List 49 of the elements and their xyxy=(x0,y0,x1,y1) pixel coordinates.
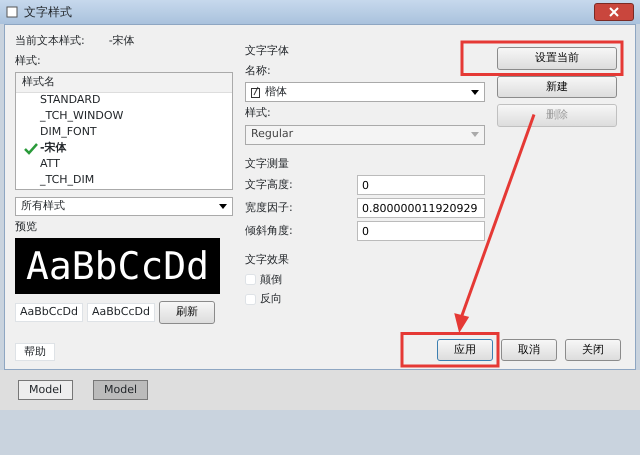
style-item[interactable]: -宋体 xyxy=(16,140,232,156)
dialog-button[interactable]: 取消 xyxy=(501,338,557,361)
column-header: 样式名 xyxy=(16,73,232,92)
font-icon xyxy=(251,86,261,98)
section-heading: 文字测量 xyxy=(245,156,290,172)
check-icon xyxy=(24,142,38,154)
effect-option[interactable]: 颠倒 xyxy=(245,272,485,288)
side-button[interactable]: 设置当前 xyxy=(497,47,617,70)
window-icon xyxy=(6,6,18,18)
font-name-dropdown[interactable]: 楷体 xyxy=(245,82,485,102)
dropdown-arrow-icon xyxy=(471,132,479,137)
font-name-label: 名称: xyxy=(245,62,272,78)
styles-label: 样式: xyxy=(15,52,42,68)
window-title: 文字样式 xyxy=(24,4,72,21)
model-tab[interactable]: Model xyxy=(18,380,74,400)
style-item[interactable]: DIM_FONT xyxy=(16,124,232,140)
font-style-label: 样式: xyxy=(245,105,272,121)
input-field[interactable]: 0 xyxy=(357,221,485,241)
small-preview: AaBbCcDd xyxy=(15,303,83,322)
style-item[interactable]: _TCH_WINDOW xyxy=(16,108,232,124)
checkbox[interactable] xyxy=(245,294,256,305)
style-item[interactable]: ATT xyxy=(16,156,232,172)
close-icon xyxy=(609,7,619,17)
dialog-button[interactable]: 关闭 xyxy=(565,338,621,361)
input-field[interactable]: 0 xyxy=(357,175,485,195)
checkbox[interactable] xyxy=(245,274,256,286)
preview-label: 预览 xyxy=(15,218,38,234)
input-field[interactable]: 0.800000011920929 xyxy=(357,198,485,218)
section-heading: 文字字体 xyxy=(245,43,290,59)
current-style-value: -宋体 xyxy=(108,33,135,49)
side-button[interactable]: 新建 xyxy=(497,76,617,98)
field-label: 文字高度: xyxy=(245,176,293,193)
help-label: 帮助 xyxy=(15,342,55,361)
refresh-button[interactable]: 刷新 xyxy=(158,301,215,324)
section-heading: 文字效果 xyxy=(245,252,290,268)
current-style-label: 当前文本样式: xyxy=(15,33,85,49)
effect-option[interactable]: 反向 xyxy=(245,291,485,308)
model-tab[interactable]: Model xyxy=(93,380,148,400)
close-button[interactable] xyxy=(594,3,634,21)
dropdown-arrow-icon xyxy=(219,204,227,208)
field-label: 宽度因子: xyxy=(245,200,293,216)
dropdown-arrow-icon xyxy=(471,90,479,94)
small-preview: AaBbCcDd xyxy=(86,303,155,322)
style-item[interactable]: _TCH_DIM xyxy=(16,172,232,188)
dialog-button[interactable]: 应用 xyxy=(437,338,493,361)
field-label: 倾斜角度: xyxy=(245,222,293,239)
style-filter-dropdown[interactable]: 所有样式 xyxy=(15,196,233,216)
preview-sample: AaBbCcDd xyxy=(15,238,220,294)
style-item[interactable]: STANDARD xyxy=(16,92,232,108)
